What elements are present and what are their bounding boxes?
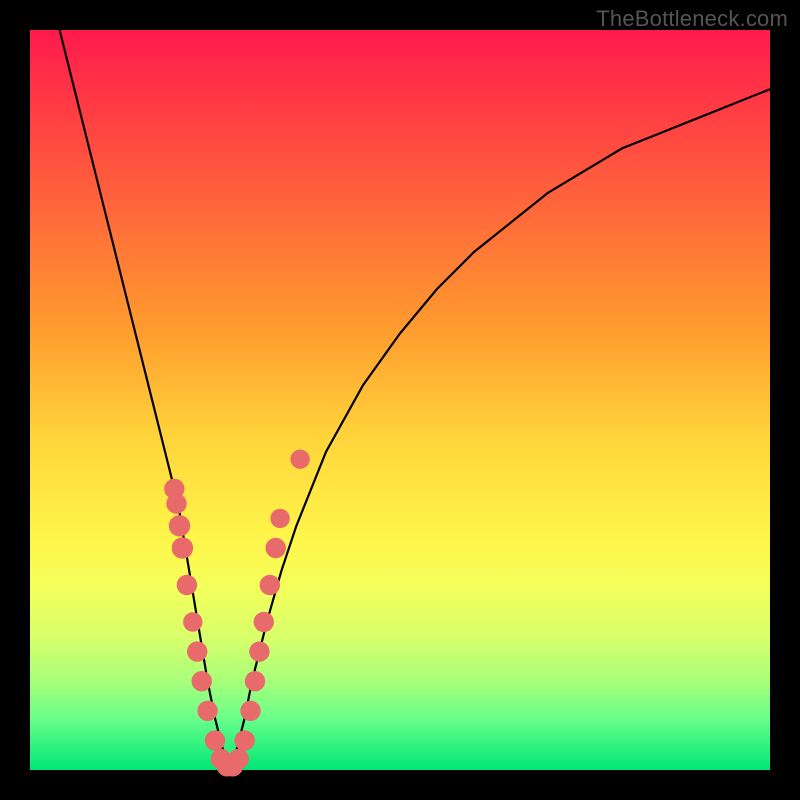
data-marker <box>260 575 280 595</box>
data-marker <box>192 671 212 691</box>
plot-area <box>30 30 770 770</box>
watermark-text: TheBottleneck.com <box>596 6 788 32</box>
data-marker <box>249 641 269 661</box>
data-marker <box>290 450 309 469</box>
data-marker <box>172 537 193 558</box>
data-marker <box>240 701 260 721</box>
data-marker <box>166 493 186 513</box>
data-marker <box>270 509 289 528</box>
data-marker <box>254 612 274 632</box>
curve-layer <box>30 30 770 770</box>
data-marker <box>234 730 254 750</box>
data-marker <box>177 575 197 595</box>
data-marker <box>205 730 225 750</box>
data-marker <box>187 641 207 661</box>
data-marker <box>183 612 202 631</box>
data-marker <box>229 749 249 769</box>
curve-right-branch <box>230 89 770 770</box>
data-marker <box>245 671 265 691</box>
data-marker <box>169 515 190 536</box>
chart-frame: TheBottleneck.com <box>0 0 800 800</box>
data-marker <box>197 701 217 721</box>
data-markers <box>164 450 310 777</box>
curve-left-branch <box>60 30 230 770</box>
data-marker <box>266 538 286 558</box>
